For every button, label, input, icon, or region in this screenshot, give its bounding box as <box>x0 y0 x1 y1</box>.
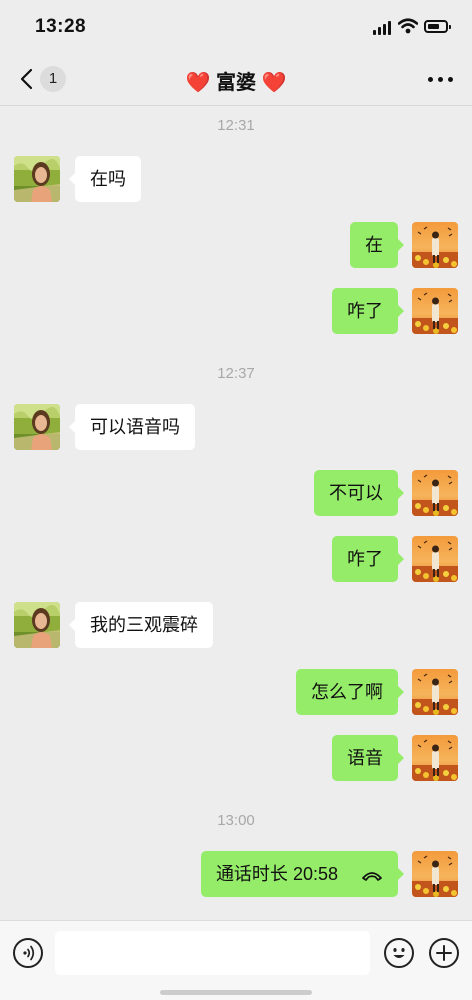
chat-title: ❤️ 富婆 ❤️ <box>0 66 472 95</box>
status-time: 13:28 <box>35 16 87 37</box>
wifi-icon <box>398 18 418 34</box>
message-timestamp: 13:00 <box>217 812 255 829</box>
smiley-icon <box>393 948 405 958</box>
incoming-message[interactable]: 在吗 <box>69 156 141 202</box>
outgoing-message[interactable]: 怎么了啊 <box>296 669 404 715</box>
call-duration-text: 通话时长 20:58 <box>215 864 338 884</box>
message-input[interactable] <box>55 931 370 975</box>
more-options-button[interactable] <box>426 66 456 92</box>
more-functions-button[interactable] <box>429 938 459 968</box>
message-timestamp: 12:37 <box>217 365 255 382</box>
input-bar <box>0 920 472 1000</box>
my-avatar[interactable] <box>412 470 458 516</box>
outgoing-message[interactable]: 咋了 <box>332 288 404 334</box>
emoji-button[interactable] <box>384 938 414 968</box>
incoming-message[interactable]: 我的三观震碎 <box>69 602 213 648</box>
voice-input-button[interactable] <box>13 938 43 968</box>
contact-avatar[interactable] <box>14 602 60 648</box>
outgoing-message[interactable]: 不可以 <box>314 470 404 516</box>
my-avatar[interactable] <box>412 669 458 715</box>
my-avatar[interactable] <box>412 735 458 781</box>
heart-icon: ❤️ <box>185 72 211 94</box>
voice-call-record[interactable]: 通话时长 20:58 <box>200 851 405 897</box>
plus-icon <box>436 945 452 961</box>
contact-avatar[interactable] <box>14 156 60 202</box>
outgoing-message[interactable]: 语音 <box>332 735 404 781</box>
contact-name: 富婆 <box>216 72 256 94</box>
cellular-signal-icon <box>373 21 393 35</box>
voice-wave-icon <box>23 945 35 961</box>
my-avatar[interactable] <box>412 851 458 897</box>
chat-header: 1 ❤️ 富婆 ❤️ <box>0 52 472 106</box>
incoming-message[interactable]: 可以语音吗 <box>69 404 195 450</box>
outgoing-message[interactable]: 咋了 <box>332 536 404 582</box>
outgoing-message[interactable]: 在 <box>350 222 404 268</box>
status-bar: 13:28 <box>0 0 472 52</box>
battery-icon <box>424 20 451 33</box>
heart-icon: ❤️ <box>261 72 287 94</box>
my-avatar[interactable] <box>412 536 458 582</box>
contact-avatar[interactable] <box>14 404 60 450</box>
my-avatar[interactable] <box>412 288 458 334</box>
home-indicator <box>160 990 312 995</box>
my-avatar[interactable] <box>412 222 458 268</box>
message-timestamp: 12:31 <box>217 117 255 134</box>
phone-hangup-icon <box>362 872 382 882</box>
